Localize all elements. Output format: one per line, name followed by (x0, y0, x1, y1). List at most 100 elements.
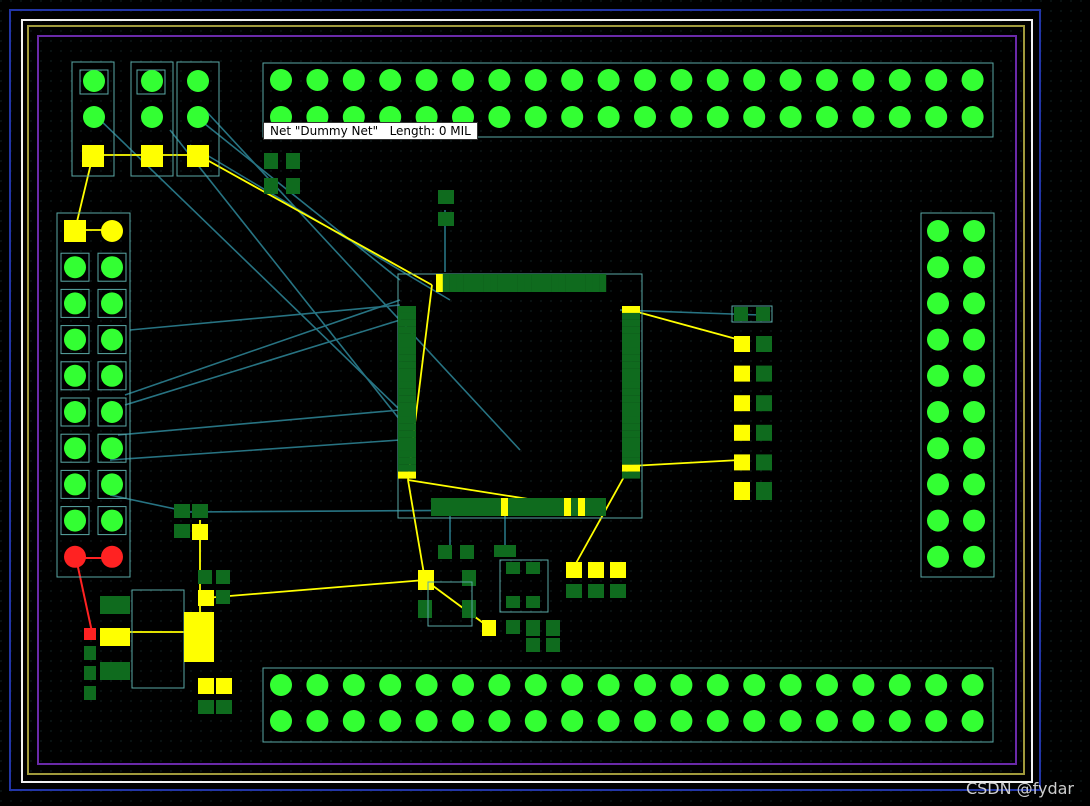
through-hole-pad-icon (64, 292, 86, 315)
through-hole-pad-icon (306, 710, 329, 732)
smd-pad-icon (504, 274, 511, 292)
through-hole-pad-icon (743, 69, 766, 91)
through-hole-pad-icon (415, 69, 438, 91)
through-hole-pad-icon (561, 106, 584, 128)
smd-pad-icon (398, 423, 416, 431)
through-hole-pad-icon (379, 69, 402, 91)
smd-pad-icon (622, 450, 640, 458)
through-hole-pad-icon (488, 674, 511, 696)
smd-pad-icon (622, 340, 640, 348)
through-hole-pad-icon (64, 256, 86, 279)
smd-pad-icon (398, 457, 416, 465)
through-hole-pad-icon (963, 256, 985, 279)
through-hole-pad-icon (779, 674, 802, 696)
smd-pad-icon (456, 274, 464, 292)
smd-pad-icon (470, 274, 477, 292)
through-hole-pad-icon (852, 674, 875, 696)
smd-pad-icon (398, 368, 416, 376)
through-hole-pad-icon (706, 710, 729, 732)
smd-pad-icon (476, 274, 484, 292)
smd-pad-icon (622, 333, 640, 341)
through-hole-pad-icon (101, 220, 123, 242)
through-hole-pad-icon (961, 674, 984, 696)
smd-pad-icon (585, 274, 593, 292)
through-hole-pad-icon (270, 69, 292, 91)
through-hole-pad-icon (706, 69, 729, 91)
smd-pad-icon (543, 498, 550, 516)
through-hole-pad-icon (415, 674, 438, 696)
smd-pad-icon (592, 498, 599, 516)
smd-pad-icon (756, 336, 772, 352)
smd-pad-icon (398, 416, 416, 424)
through-hole-pad-icon (927, 328, 949, 351)
smd-pad-icon (398, 437, 416, 445)
smd-pad-icon (398, 402, 416, 410)
smd-pad-icon (398, 375, 416, 382)
smd-pad-icon (431, 498, 438, 516)
through-hole-pad-icon (634, 69, 656, 91)
through-hole-pad-icon (379, 710, 402, 732)
smd-pad-icon (585, 498, 592, 516)
smd-pad-icon (622, 416, 640, 424)
through-hole-pad-icon (488, 106, 511, 128)
smd-pad-icon (622, 312, 640, 320)
through-hole-pad-icon (64, 545, 86, 568)
smd-pad-icon (622, 402, 640, 410)
smd-pad-icon (544, 274, 552, 292)
smd-pad-icon (734, 395, 750, 412)
through-hole-pad-icon (452, 710, 474, 732)
through-hole-pad-icon (816, 674, 838, 696)
through-hole-pad-icon (927, 401, 949, 423)
pcb-layout-canvas[interactable] (0, 0, 1090, 806)
through-hole-pad-icon (342, 69, 365, 91)
smd-pad-icon (529, 498, 536, 516)
through-hole-pad-icon (927, 437, 949, 460)
smd-pad-icon (578, 274, 586, 292)
through-hole-pad-icon (816, 106, 838, 128)
through-hole-pad-icon (925, 674, 948, 696)
through-hole-pad-icon (524, 106, 547, 128)
smd-pad-icon (734, 424, 750, 441)
through-hole-pad-icon (852, 106, 875, 128)
smd-pad-icon (398, 409, 416, 417)
through-hole-pad-icon (452, 69, 474, 91)
through-hole-pad-icon (925, 69, 948, 91)
through-hole-pad-icon (270, 674, 292, 696)
smd-pad-icon (531, 274, 539, 292)
smd-pad-icon (398, 326, 416, 334)
through-hole-pad-icon (415, 710, 438, 732)
through-hole-pad-icon (342, 674, 365, 696)
through-hole-pad-icon (927, 256, 949, 279)
smd-pad-icon (572, 274, 579, 292)
through-hole-pad-icon (670, 69, 693, 91)
smd-pad-icon (622, 375, 640, 382)
smd-pad-icon (622, 381, 640, 389)
smd-pad-icon (550, 498, 557, 516)
through-hole-pad-icon (888, 106, 911, 128)
through-hole-pad-icon (888, 710, 911, 732)
smd-pad-icon (508, 498, 515, 516)
through-hole-pad-icon (101, 328, 123, 351)
square-pad-icon (64, 220, 86, 242)
through-hole-pad-icon (561, 674, 584, 696)
smd-pad-icon (398, 361, 416, 369)
through-hole-pad-icon (963, 473, 985, 496)
smd-pad-icon (551, 274, 559, 292)
smd-pad-icon (398, 388, 416, 396)
through-hole-pad-icon (634, 106, 656, 128)
smd-pad-icon (459, 498, 466, 516)
smd-pad-icon (398, 464, 416, 472)
through-hole-pad-icon (101, 437, 123, 460)
smd-pad-icon (622, 457, 640, 465)
through-hole-pad-icon (963, 328, 985, 351)
smd-pad-icon (622, 368, 640, 376)
smd-pad-icon (466, 498, 473, 516)
smd-pad-icon (398, 430, 416, 438)
through-hole-pad-icon (779, 710, 802, 732)
through-hole-pad-icon (306, 674, 329, 696)
through-hole-pad-icon (927, 364, 949, 387)
through-hole-pad-icon (961, 710, 984, 732)
through-hole-pad-icon (961, 106, 984, 128)
smd-pad-icon (483, 274, 491, 292)
smd-pad-icon (734, 482, 750, 498)
